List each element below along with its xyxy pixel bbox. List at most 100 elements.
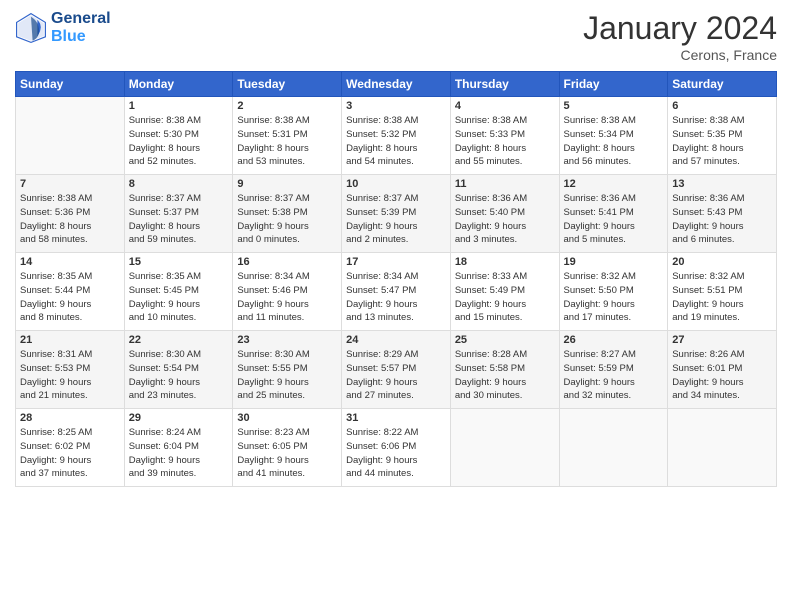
day-number: 12 [564,178,664,190]
day-number: 25 [455,334,555,346]
sunrise-label: Sunrise: 8:37 AM [129,193,201,204]
day-info: Sunrise: 8:38 AM Sunset: 5:31 PM Dayligh… [237,114,337,169]
logo-text: General Blue [51,10,111,45]
calendar-cell [16,97,125,175]
sunrise-label: Sunrise: 8:36 AM [455,193,527,204]
calendar-cell: 25 Sunrise: 8:28 AM Sunset: 5:58 PM Dayl… [450,331,559,409]
daylight-label: Daylight: 9 hoursand 10 minutes. [129,299,200,324]
day-info: Sunrise: 8:28 AM Sunset: 5:58 PM Dayligh… [455,348,555,403]
location-subtitle: Cerons, France [583,47,777,63]
day-number: 2 [237,100,337,112]
day-number: 20 [672,256,772,268]
sunset-label: Sunset: 5:51 PM [672,285,742,296]
sunrise-label: Sunrise: 8:34 AM [237,271,309,282]
sunset-label: Sunset: 5:53 PM [20,363,90,374]
calendar-cell: 28 Sunrise: 8:25 AM Sunset: 6:02 PM Dayl… [16,409,125,487]
day-info: Sunrise: 8:24 AM Sunset: 6:04 PM Dayligh… [129,426,229,481]
sunset-label: Sunset: 5:32 PM [346,129,416,140]
calendar-cell: 12 Sunrise: 8:36 AM Sunset: 5:41 PM Dayl… [559,175,668,253]
daylight-label: Daylight: 9 hoursand 6 minutes. [672,221,743,246]
daylight-label: Daylight: 9 hoursand 39 minutes. [129,455,200,480]
sunrise-label: Sunrise: 8:36 AM [564,193,636,204]
sunset-label: Sunset: 5:55 PM [237,363,307,374]
day-info: Sunrise: 8:35 AM Sunset: 5:44 PM Dayligh… [20,270,120,325]
calendar-cell: 13 Sunrise: 8:36 AM Sunset: 5:43 PM Dayl… [668,175,777,253]
day-info: Sunrise: 8:29 AM Sunset: 5:57 PM Dayligh… [346,348,446,403]
week-row-4: 21 Sunrise: 8:31 AM Sunset: 5:53 PM Dayl… [16,331,777,409]
sunset-label: Sunset: 5:58 PM [455,363,525,374]
daylight-label: Daylight: 9 hoursand 19 minutes. [672,299,743,324]
daylight-label: Daylight: 9 hoursand 32 minutes. [564,377,635,402]
day-info: Sunrise: 8:27 AM Sunset: 5:59 PM Dayligh… [564,348,664,403]
day-info: Sunrise: 8:34 AM Sunset: 5:47 PM Dayligh… [346,270,446,325]
day-number: 17 [346,256,446,268]
week-row-1: 1 Sunrise: 8:38 AM Sunset: 5:30 PM Dayli… [16,97,777,175]
sunrise-label: Sunrise: 8:35 AM [20,271,92,282]
day-info: Sunrise: 8:30 AM Sunset: 5:55 PM Dayligh… [237,348,337,403]
sunrise-label: Sunrise: 8:36 AM [672,193,744,204]
calendar-cell: 14 Sunrise: 8:35 AM Sunset: 5:44 PM Dayl… [16,253,125,331]
daylight-label: Daylight: 9 hoursand 34 minutes. [672,377,743,402]
calendar-table: Sunday Monday Tuesday Wednesday Thursday… [15,71,777,487]
day-info: Sunrise: 8:32 AM Sunset: 5:50 PM Dayligh… [564,270,664,325]
day-number: 10 [346,178,446,190]
header-friday: Friday [559,72,668,97]
daylight-label: Daylight: 8 hoursand 57 minutes. [672,143,743,168]
daylight-label: Daylight: 9 hoursand 41 minutes. [237,455,308,480]
day-number: 9 [237,178,337,190]
sunset-label: Sunset: 5:50 PM [564,285,634,296]
daylight-label: Daylight: 8 hoursand 54 minutes. [346,143,417,168]
calendar-cell: 27 Sunrise: 8:26 AM Sunset: 6:01 PM Dayl… [668,331,777,409]
daylight-label: Daylight: 9 hoursand 21 minutes. [20,377,91,402]
sunset-label: Sunset: 5:45 PM [129,285,199,296]
calendar-cell: 2 Sunrise: 8:38 AM Sunset: 5:31 PM Dayli… [233,97,342,175]
sunset-label: Sunset: 5:44 PM [20,285,90,296]
header-saturday: Saturday [668,72,777,97]
calendar-cell: 20 Sunrise: 8:32 AM Sunset: 5:51 PM Dayl… [668,253,777,331]
days-header-row: Sunday Monday Tuesday Wednesday Thursday… [16,72,777,97]
calendar-cell: 19 Sunrise: 8:32 AM Sunset: 5:50 PM Dayl… [559,253,668,331]
title-block: January 2024 Cerons, France [583,10,777,63]
day-number: 13 [672,178,772,190]
day-number: 31 [346,412,446,424]
daylight-label: Daylight: 9 hoursand 0 minutes. [237,221,308,246]
day-info: Sunrise: 8:37 AM Sunset: 5:39 PM Dayligh… [346,192,446,247]
day-info: Sunrise: 8:36 AM Sunset: 5:43 PM Dayligh… [672,192,772,247]
day-info: Sunrise: 8:36 AM Sunset: 5:40 PM Dayligh… [455,192,555,247]
day-number: 1 [129,100,229,112]
sunset-label: Sunset: 5:30 PM [129,129,199,140]
sunrise-label: Sunrise: 8:38 AM [20,193,92,204]
header-tuesday: Tuesday [233,72,342,97]
sunrise-label: Sunrise: 8:34 AM [346,271,418,282]
day-number: 22 [129,334,229,346]
week-row-5: 28 Sunrise: 8:25 AM Sunset: 6:02 PM Dayl… [16,409,777,487]
month-year-title: January 2024 [583,10,777,47]
sunrise-label: Sunrise: 8:23 AM [237,427,309,438]
general-blue-logo-icon [15,12,47,44]
calendar-cell: 3 Sunrise: 8:38 AM Sunset: 5:32 PM Dayli… [342,97,451,175]
day-info: Sunrise: 8:33 AM Sunset: 5:49 PM Dayligh… [455,270,555,325]
daylight-label: Daylight: 9 hoursand 23 minutes. [129,377,200,402]
calendar-cell: 5 Sunrise: 8:38 AM Sunset: 5:34 PM Dayli… [559,97,668,175]
sunrise-label: Sunrise: 8:38 AM [455,115,527,126]
calendar-cell: 11 Sunrise: 8:36 AM Sunset: 5:40 PM Dayl… [450,175,559,253]
calendar-cell: 15 Sunrise: 8:35 AM Sunset: 5:45 PM Dayl… [124,253,233,331]
sunrise-label: Sunrise: 8:32 AM [672,271,744,282]
sunset-label: Sunset: 5:39 PM [346,207,416,218]
day-info: Sunrise: 8:38 AM Sunset: 5:33 PM Dayligh… [455,114,555,169]
calendar-cell: 18 Sunrise: 8:33 AM Sunset: 5:49 PM Dayl… [450,253,559,331]
sunrise-label: Sunrise: 8:37 AM [237,193,309,204]
day-info: Sunrise: 8:23 AM Sunset: 6:05 PM Dayligh… [237,426,337,481]
sunset-label: Sunset: 5:33 PM [455,129,525,140]
day-info: Sunrise: 8:38 AM Sunset: 5:30 PM Dayligh… [129,114,229,169]
daylight-label: Daylight: 9 hoursand 17 minutes. [564,299,635,324]
sunrise-label: Sunrise: 8:32 AM [564,271,636,282]
calendar-cell: 16 Sunrise: 8:34 AM Sunset: 5:46 PM Dayl… [233,253,342,331]
calendar-cell: 30 Sunrise: 8:23 AM Sunset: 6:05 PM Dayl… [233,409,342,487]
calendar-cell [668,409,777,487]
daylight-label: Daylight: 9 hoursand 30 minutes. [455,377,526,402]
header-sunday: Sunday [16,72,125,97]
calendar-cell: 29 Sunrise: 8:24 AM Sunset: 6:04 PM Dayl… [124,409,233,487]
sunrise-label: Sunrise: 8:29 AM [346,349,418,360]
daylight-label: Daylight: 9 hoursand 27 minutes. [346,377,417,402]
